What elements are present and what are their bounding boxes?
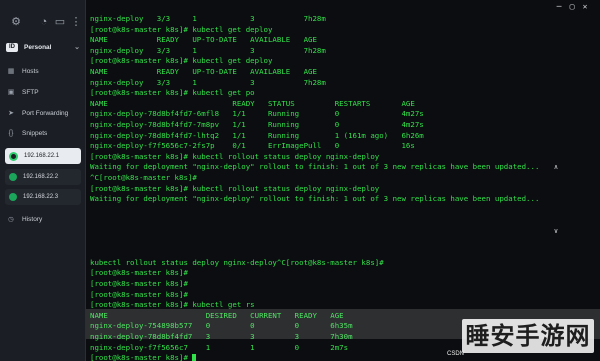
vault-label: Personal bbox=[24, 43, 52, 51]
sidebar-item-sftp[interactable]: ▣ SFTP bbox=[6, 85, 82, 99]
sidebar-item-snippets[interactable]: {} Snippets bbox=[6, 126, 82, 140]
terminal-line: NAME READY UP-TO-DATE AVAILABLE AGE bbox=[90, 35, 317, 45]
terminal-line: [root@k8s-master k8s]# bbox=[90, 353, 197, 361]
terminal-cursor bbox=[192, 354, 197, 361]
host-label: 192.168.22.2 bbox=[23, 174, 59, 180]
sidebar-item-port-forwarding[interactable]: ➤ Port Forwarding bbox=[6, 106, 82, 120]
host-label: 192.168.22.1 bbox=[24, 153, 60, 159]
terminal-line: [root@k8s-master k8s]# bbox=[90, 289, 188, 299]
terminal-line: [root@k8s-master k8s]# bbox=[90, 268, 188, 278]
host-status-icon bbox=[9, 173, 17, 181]
sidebar-item-label: SFTP bbox=[22, 88, 39, 96]
sidebar-toolbar: ⚙ ◔ ▭ ⋮ bbox=[10, 16, 82, 30]
terminal-line: [root@k8s-master k8s]# kubectl get deplo… bbox=[90, 56, 273, 66]
watermark-logo: 睡安手游网 bbox=[462, 319, 594, 353]
snippets-icon: {} bbox=[8, 129, 14, 137]
terminal-line: nginx-deploy-78d8bf4fd7-7m8pv 1/1 Runnin… bbox=[90, 120, 424, 129]
terminal-line: [root@k8s-master k8s]# kubectl get po bbox=[90, 88, 255, 98]
more-icon[interactable]: ⋮ bbox=[70, 16, 82, 28]
sidebar-item-history[interactable]: ◷ History bbox=[6, 213, 82, 225]
terminal-line: nginx-deploy 3/3 1 3 7h28m bbox=[90, 45, 326, 55]
vault-selector[interactable]: ID Personal ⌄ bbox=[6, 40, 80, 54]
terminal-line: NAME READY STATUS RESTARTS AGE bbox=[90, 98, 415, 108]
scroll-down-icon[interactable]: ∨ bbox=[549, 226, 563, 236]
sidebar-item-label: Hosts bbox=[22, 67, 39, 75]
terminal-line: nginx-deploy-f7f5656c7 1 1 0 2m7s bbox=[90, 342, 349, 352]
sidebar-item-label: History bbox=[22, 215, 43, 223]
host-status-icon bbox=[9, 193, 17, 201]
maximize-icon[interactable]: ▢ bbox=[567, 2, 577, 12]
sidebar-item-label: Port Forwarding bbox=[22, 109, 69, 117]
terminal-line: [root@k8s-master k8s]# kubectl rollout s… bbox=[90, 183, 380, 193]
chevron-down-icon: ⌄ bbox=[74, 44, 80, 51]
terminal-line: NAME READY UP-TO-DATE AVAILABLE AGE bbox=[90, 67, 317, 76]
terminal-line: Waiting for deployment "nginx-deploy" ro… bbox=[90, 194, 540, 204]
host-status-icon bbox=[9, 151, 18, 161]
terminal-line: nginx-deploy-78d8bf4fd7-6mfl8 1/1 Runnin… bbox=[90, 109, 424, 119]
sidebar-item-hosts[interactable]: ▦ Hosts bbox=[6, 64, 82, 78]
history-icon: ◷ bbox=[8, 216, 14, 223]
terminal-line: nginx-deploy-78d8bf4fd7-lhtq2 1/1 Runnin… bbox=[90, 130, 424, 140]
terminal-line: Waiting for deployment "nginx-deploy" ro… bbox=[90, 162, 540, 172]
settings-icon[interactable]: ⚙ bbox=[10, 16, 22, 28]
host-label: 192.168.22.3 bbox=[23, 194, 59, 200]
terminal-line: ^C[root@k8s-master k8s]# bbox=[90, 173, 197, 182]
sidebar-item-label: Snippets bbox=[22, 129, 48, 137]
minimize-icon[interactable]: ─ bbox=[554, 2, 564, 12]
sftp-icon: ▣ bbox=[7, 89, 15, 96]
chat-icon[interactable]: ▭ bbox=[54, 16, 66, 28]
terminal-line: nginx-deploy 3/3 1 3 7h28m bbox=[90, 14, 326, 23]
host-tab-1[interactable]: 192.168.22.1 bbox=[5, 148, 81, 164]
close-icon[interactable]: ✕ bbox=[580, 2, 590, 12]
terminal-line: kubectl rollout status deploy nginx-depl… bbox=[90, 257, 384, 267]
scroll-up-icon[interactable]: ∧ bbox=[549, 162, 563, 172]
csdn-watermark: CSDN bbox=[447, 351, 465, 357]
terminal-line: [root@k8s-master k8s]# kubectl rollout s… bbox=[90, 151, 380, 161]
terminal-line: nginx-deploy-f7f5656c7-2fs7p 0/1 ErrImag… bbox=[90, 141, 415, 151]
hosts-icon: ▦ bbox=[7, 68, 15, 75]
host-tab-2[interactable]: 192.168.22.2 bbox=[5, 169, 81, 185]
terminal-output[interactable]: nginx-deploy 3/3 1 3 7h28m [root@k8s-mast… bbox=[86, 0, 600, 361]
sidebar: ⚙ ◔ ▭ ⋮ ID Personal ⌄ ▦ Hosts ▣ SFTP ➤ P… bbox=[0, 0, 86, 361]
host-tab-3[interactable]: 192.168.22.3 bbox=[5, 189, 81, 205]
terminal-line: [root@k8s-master k8s]# bbox=[90, 279, 188, 288]
port-forwarding-icon: ➤ bbox=[8, 110, 14, 117]
terminal-line: nginx-deploy 3/3 1 3 7h28m bbox=[90, 77, 326, 87]
vault-badge: ID bbox=[6, 42, 18, 52]
terminal-line: [root@k8s-master k8s]# kubectl get deplo… bbox=[90, 24, 273, 34]
notifications-icon[interactable]: ◔ bbox=[38, 16, 50, 28]
